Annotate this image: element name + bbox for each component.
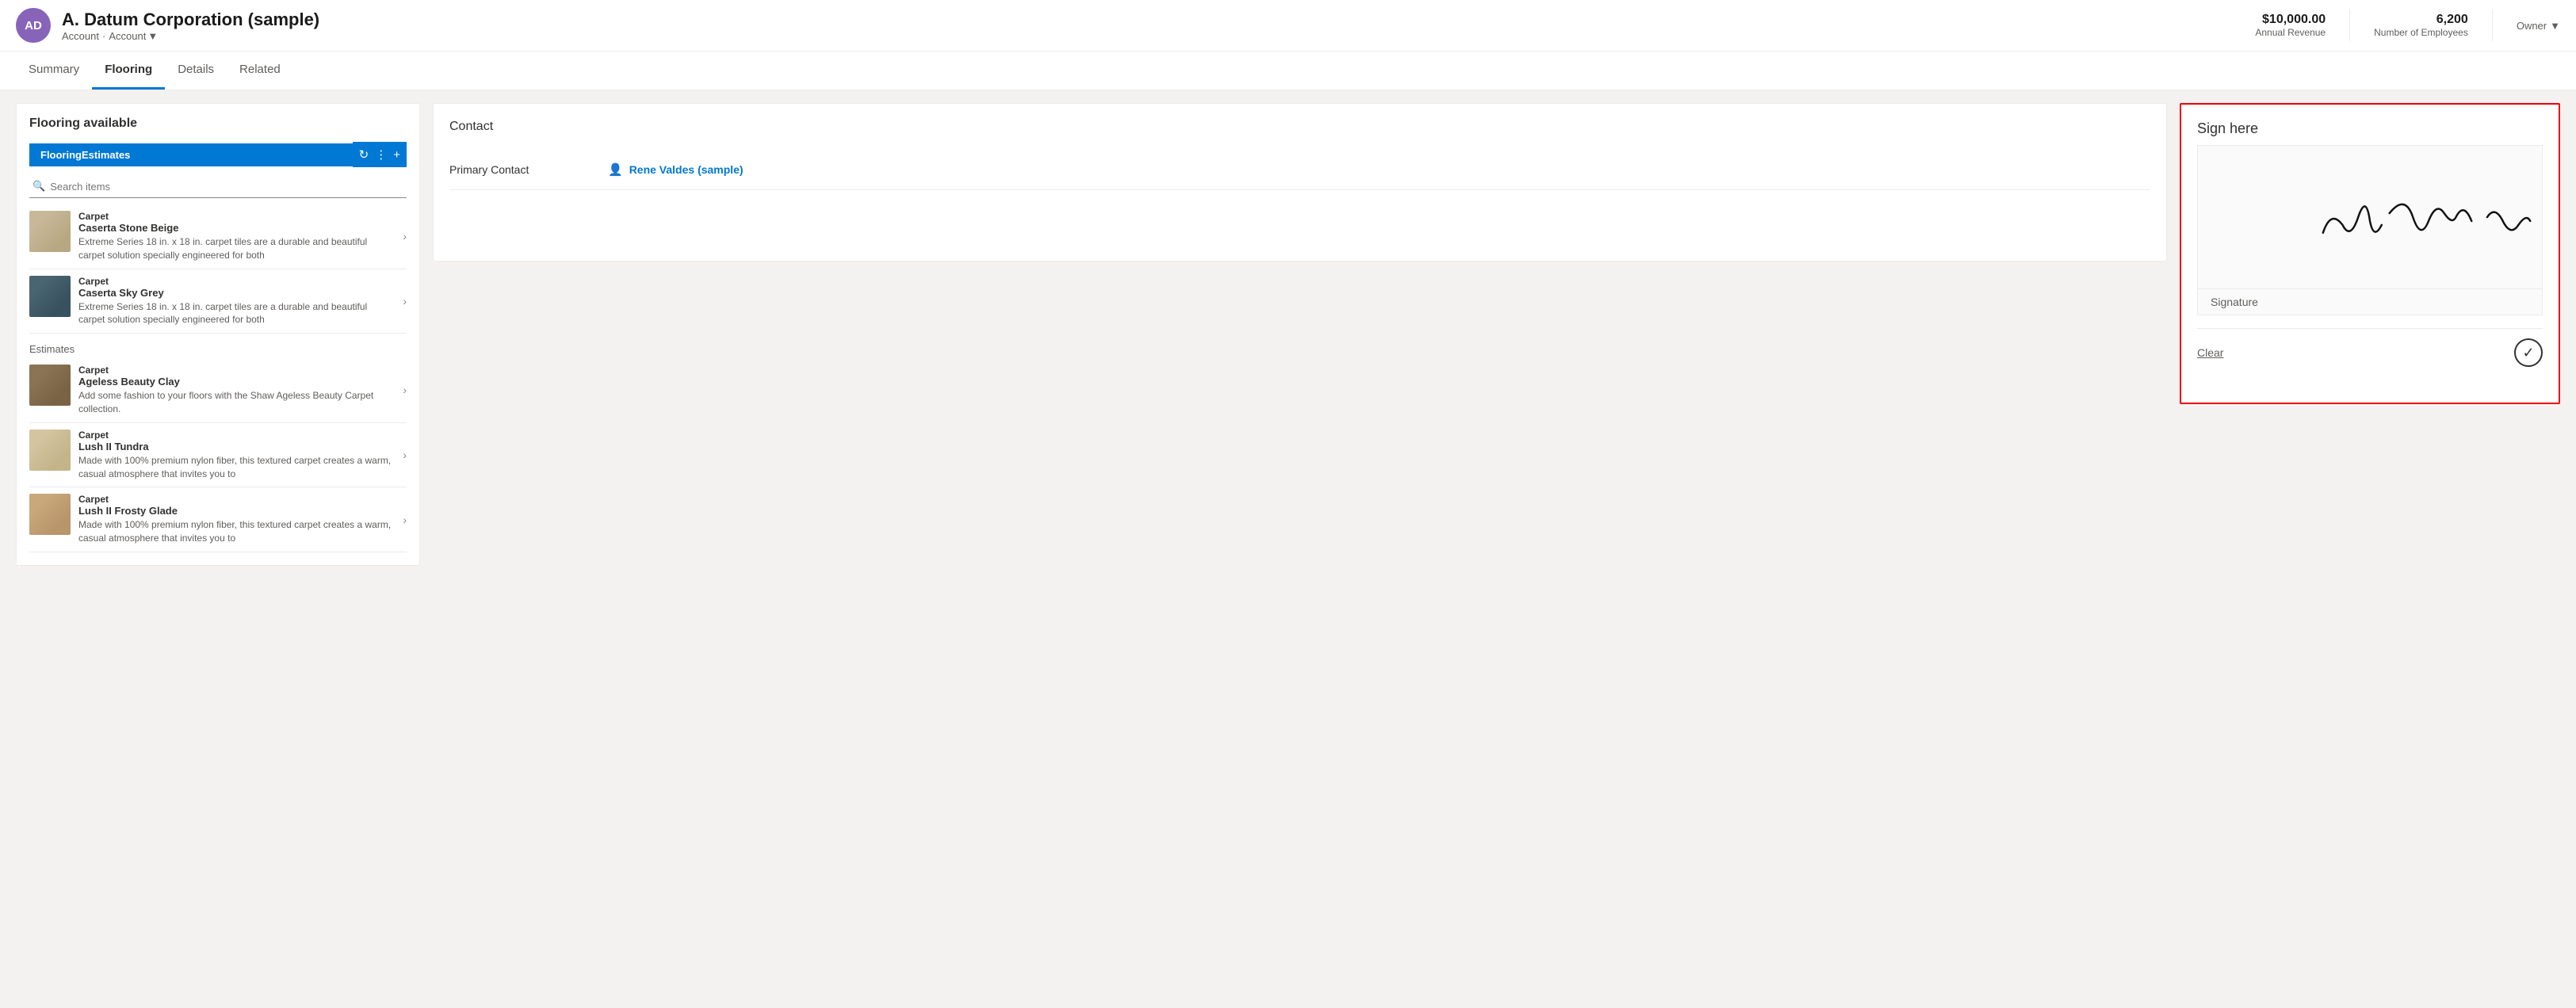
breadcrumb: Account · Account ▼: [62, 30, 319, 42]
title-block: A. Datum Corporation (sample) Account · …: [62, 10, 319, 42]
list-item[interactable]: Carpet Caserta Stone Beige Extreme Serie…: [29, 204, 407, 269]
list-item[interactable]: Carpet Lush II Frosty Glade Made with 10…: [29, 487, 407, 552]
item-thumbnail: [29, 211, 71, 252]
flooring-tab-icons: ↻ ⋮ +: [353, 142, 407, 167]
chevron-right-icon: ›: [403, 384, 407, 396]
add-icon[interactable]: +: [393, 148, 400, 162]
item-name: Caserta Stone Beige: [78, 222, 395, 234]
chevron-right-icon: ›: [403, 514, 407, 526]
header-right: $10,000.00 Annual Revenue 6,200 Number o…: [2255, 10, 2560, 41]
primary-contact-row: Primary Contact 👤 Rene Valdes (sample): [449, 150, 2150, 190]
item-thumbnail: [29, 430, 71, 471]
estimates-section-label: Estimates: [29, 334, 407, 358]
employees-stat: 6,200 Number of Employees: [2374, 13, 2468, 38]
item-category: Carpet: [78, 276, 395, 287]
item-info: Carpet Caserta Stone Beige Extreme Serie…: [78, 211, 395, 262]
list-item[interactable]: Carpet Caserta Sky Grey Extreme Series 1…: [29, 269, 407, 334]
item-name: Ageless Beauty Clay: [78, 376, 395, 388]
header-divider: [2349, 10, 2350, 41]
flooring-subheader: FlooringEstimates ↻ ⋮ +: [29, 142, 407, 167]
signature-panel: Sign here Signature Clear ✓: [2180, 103, 2560, 404]
header-divider-2: [2492, 10, 2493, 41]
item-description: Add some fashion to your floors with the…: [78, 389, 395, 416]
sign-here-title: Sign here: [2197, 120, 2543, 137]
flooring-search-bar: 🔍: [29, 175, 407, 198]
tab-flooring[interactable]: Flooring: [92, 52, 165, 90]
item-description: Made with 100% premium nylon fiber, this…: [78, 518, 395, 545]
contact-title: Contact: [449, 120, 2150, 134]
flooring-estimates-button[interactable]: FlooringEstimates: [29, 143, 353, 166]
signature-footer: Clear ✓: [2197, 328, 2543, 367]
checkmark-icon: ✓: [2522, 345, 2534, 361]
chevron-right-icon: ›: [403, 449, 407, 461]
chevron-right-icon: ›: [403, 295, 407, 307]
owner-label: Owner: [2517, 20, 2547, 32]
tab-details[interactable]: Details: [165, 52, 227, 90]
item-description: Made with 100% premium nylon fiber, this…: [78, 454, 395, 481]
clear-button[interactable]: Clear: [2197, 346, 2223, 359]
item-name: Lush II Tundra: [78, 441, 395, 452]
tab-summary[interactable]: Summary: [16, 52, 92, 90]
primary-contact-link[interactable]: Rene Valdes (sample): [629, 163, 743, 176]
breadcrumb-dropdown[interactable]: Account ▼: [109, 30, 158, 42]
signature-canvas[interactable]: [2198, 146, 2542, 288]
item-info: Carpet Caserta Sky Grey Extreme Series 1…: [78, 276, 395, 327]
avatar: AD: [16, 8, 51, 43]
employees-value: 6,200: [2374, 13, 2468, 27]
filter-icon[interactable]: ⋮: [375, 147, 387, 162]
list-item[interactable]: Carpet Lush II Tundra Made with 100% pre…: [29, 423, 407, 488]
breadcrumb-account[interactable]: Account: [62, 30, 99, 42]
item-thumbnail: [29, 494, 71, 535]
annual-revenue-stat: $10,000.00 Annual Revenue: [2255, 13, 2326, 38]
item-thumbnail: [29, 365, 71, 406]
owner-field[interactable]: Owner ▼: [2517, 20, 2560, 32]
list-item[interactable]: Carpet Ageless Beauty Clay Add some fash…: [29, 358, 407, 423]
search-icon: 🔍: [32, 180, 45, 193]
item-info: Carpet Lush II Frosty Glade Made with 10…: [78, 494, 395, 545]
refresh-icon[interactable]: ↻: [359, 147, 369, 162]
item-name: Caserta Sky Grey: [78, 287, 395, 299]
item-category: Carpet: [78, 211, 395, 222]
primary-contact-label: Primary Contact: [449, 163, 608, 176]
primary-contact-value: 👤 Rene Valdes (sample): [608, 162, 743, 177]
flooring-panel: Flooring available FlooringEstimates ↻ ⋮…: [16, 103, 420, 566]
signature-label: Signature: [2198, 288, 2542, 315]
contact-panel: Contact Primary Contact 👤 Rene Valdes (s…: [433, 103, 2167, 262]
breadcrumb-sep: ·: [102, 30, 105, 42]
chevron-down-icon: ▼: [147, 30, 158, 42]
confirm-button[interactable]: ✓: [2514, 338, 2543, 367]
annual-revenue-value: $10,000.00: [2255, 13, 2326, 27]
nav-tabs: Summary Flooring Details Related: [0, 52, 2576, 90]
annual-revenue-label: Annual Revenue: [2255, 27, 2326, 38]
item-description: Extreme Series 18 in. x 18 in. carpet ti…: [78, 300, 395, 327]
item-info: Carpet Ageless Beauty Clay Add some fash…: [78, 365, 395, 416]
search-input[interactable]: [50, 181, 403, 193]
flooring-panel-title: Flooring available: [29, 116, 407, 131]
header-left: AD A. Datum Corporation (sample) Account…: [16, 8, 319, 43]
contact-icon: 👤: [608, 162, 623, 177]
chevron-right-icon: ›: [403, 230, 407, 242]
chevron-down-icon: ▼: [2550, 20, 2560, 32]
page-title: A. Datum Corporation (sample): [62, 10, 319, 30]
signature-area[interactable]: Signature: [2197, 145, 2543, 315]
main-content: Flooring available FlooringEstimates ↻ ⋮…: [0, 90, 2576, 578]
header: AD A. Datum Corporation (sample) Account…: [0, 0, 2576, 52]
item-name: Lush II Frosty Glade: [78, 505, 395, 517]
item-thumbnail: [29, 276, 71, 317]
tab-related[interactable]: Related: [227, 52, 293, 90]
employees-label: Number of Employees: [2374, 27, 2468, 38]
item-category: Carpet: [78, 430, 395, 441]
item-info: Carpet Lush II Tundra Made with 100% pre…: [78, 430, 395, 481]
item-category: Carpet: [78, 365, 395, 376]
item-category: Carpet: [78, 494, 395, 505]
item-description: Extreme Series 18 in. x 18 in. carpet ti…: [78, 235, 395, 262]
